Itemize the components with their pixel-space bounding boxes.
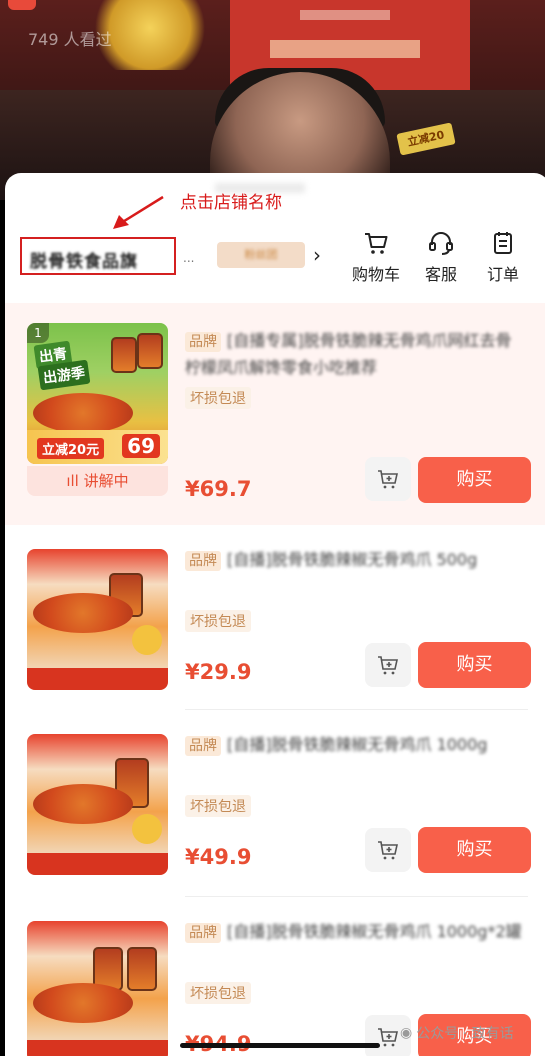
live-logo: [8, 0, 36, 10]
brand-tag: 品牌: [185, 332, 221, 352]
shop-name: 脱骨铁食品旗: [30, 252, 138, 272]
cart-button[interactable]: 购物车: [348, 229, 404, 285]
audio-bars-icon: ıll: [66, 472, 84, 490]
orders-button[interactable]: 订单: [475, 229, 531, 285]
buy-button[interactable]: 购买: [418, 457, 531, 503]
product-title[interactable]: 品牌 [自播专属]脱骨铁脆辣无骨鸡爪网红去骨柠檬凤爪解馋零食小吃推荐: [185, 327, 525, 381]
add-to-cart-button[interactable]: [365, 828, 411, 872]
product-item[interactable]: 品牌 [自播]脱骨铁脆辣椒无骨鸡爪 1000g 坏损包退 ¥49.9 购买: [5, 728, 545, 913]
product-price: ¥29.9: [185, 660, 252, 684]
live-video-background: 立减20 749 人看过: [0, 0, 545, 200]
annotation-text: 点击店铺名称: [180, 193, 282, 213]
product-item[interactable]: 品牌 [自播]脱骨铁脆辣椒无骨鸡爪 500g 坏损包退 ¥29.9 购买: [5, 543, 545, 728]
shop-header: 脱骨铁食品旗 ... 粉丝团 › 购物车 客服 订单: [5, 225, 545, 295]
shop-name-button[interactable]: 脱骨铁食品旗: [20, 237, 176, 275]
viewer-count: 749 人看过: [28, 30, 112, 49]
product-index: 1: [27, 323, 49, 343]
buy-button[interactable]: 购买: [418, 827, 531, 873]
divider: [185, 709, 528, 710]
add-cart-icon: [378, 470, 398, 489]
home-indicator[interactable]: [180, 1043, 380, 1048]
explaining-badge[interactable]: ıll 讲解中: [27, 466, 168, 496]
add-to-cart-button[interactable]: [365, 643, 411, 687]
product-image[interactable]: 1 出青 出游季 立减20元 69: [27, 323, 168, 464]
add-cart-icon: [378, 841, 398, 860]
return-policy-badge: 坏损包退: [185, 795, 251, 817]
clipboard-icon: [494, 232, 512, 254]
watermark: ◉ 公众号 · 致有话: [400, 1025, 514, 1042]
cart-icon: [365, 233, 388, 254]
divider: [185, 896, 528, 897]
product-title[interactable]: 品牌 [自播]脱骨铁脆辣椒无骨鸡爪 1000g: [185, 731, 525, 758]
chevron-right-icon[interactable]: ›: [313, 243, 321, 267]
product-title[interactable]: 品牌 [自播]脱骨铁脆辣椒无骨鸡爪 1000g*2罐: [185, 918, 525, 945]
product-price: ¥49.9: [185, 845, 252, 869]
product-item[interactable]: 1 出青 出游季 立减20元 69 ıll 讲解中 品牌 [自播专属]脱骨铁脆辣无…: [5, 303, 545, 525]
brand-tag: 品牌: [185, 923, 221, 943]
add-to-cart-button[interactable]: [365, 457, 411, 501]
brand-tag: 品牌: [185, 551, 221, 571]
headset-icon: [429, 232, 453, 255]
product-image[interactable]: [27, 921, 168, 1056]
add-cart-icon: [378, 656, 398, 675]
return-policy-badge: 坏损包退: [185, 982, 251, 1004]
return-policy-badge: 坏损包退: [185, 610, 251, 632]
shop-name-ellipsis: ...: [183, 251, 195, 265]
wechat-icon: ◉: [400, 1025, 413, 1041]
product-price: ¥69.7: [185, 477, 252, 501]
customer-service-button[interactable]: 客服: [413, 229, 469, 285]
brand-tag: 品牌: [185, 736, 221, 756]
product-image[interactable]: [27, 734, 168, 875]
return-policy-badge: 坏损包退: [185, 387, 251, 409]
product-image[interactable]: [27, 549, 168, 690]
product-list-sheet: 点击店铺名称 脱骨铁食品旗 ... 粉丝团 › 购物车 客服 订单 1 出青 出…: [5, 173, 545, 1056]
buy-button[interactable]: 购买: [418, 642, 531, 688]
fan-club-tag[interactable]: 粉丝团: [217, 242, 305, 268]
product-title[interactable]: 品牌 [自播]脱骨铁脆辣椒无骨鸡爪 500g: [185, 546, 525, 573]
